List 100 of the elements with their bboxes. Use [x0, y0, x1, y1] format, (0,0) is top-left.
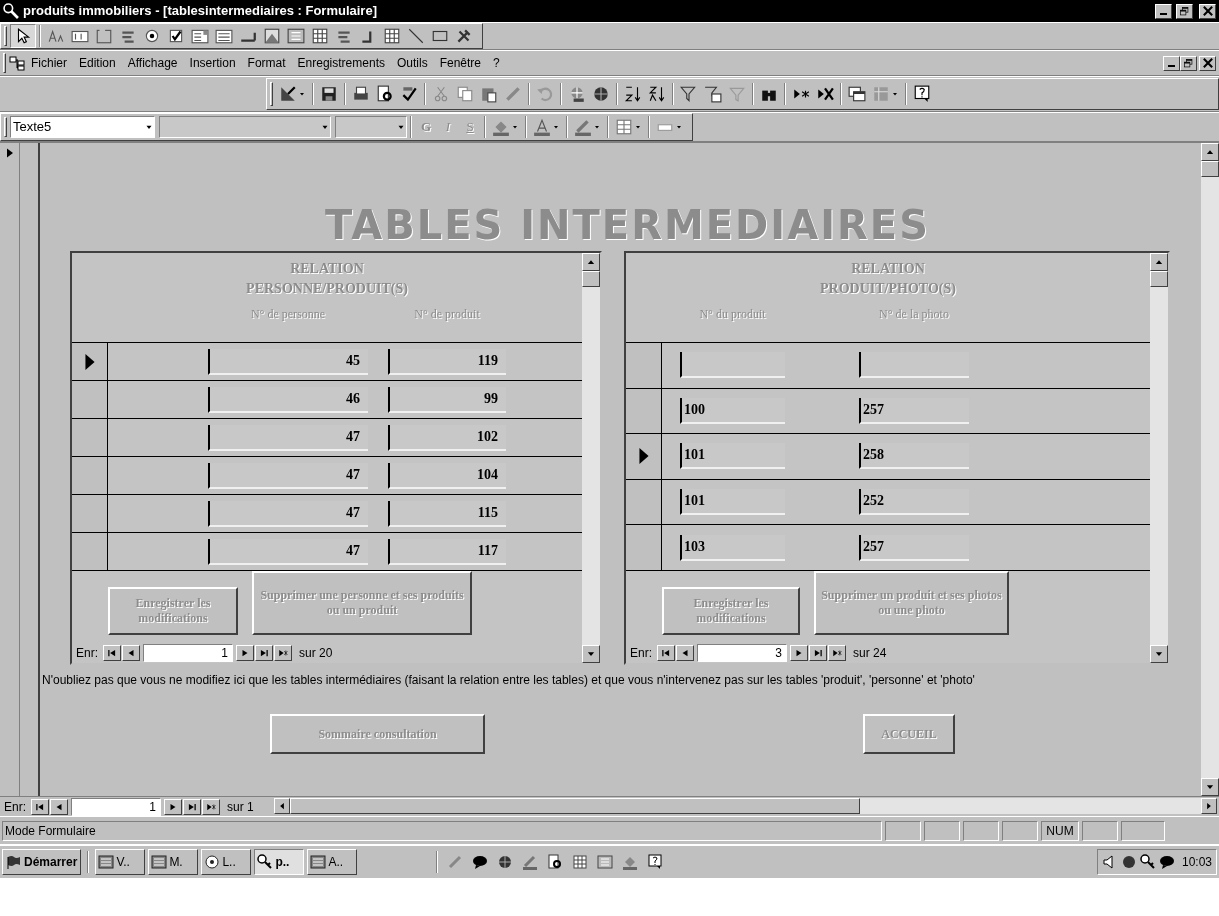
minimize-button[interactable]	[1163, 55, 1180, 71]
last-record-button[interactable]	[183, 798, 201, 815]
menu-item[interactable]: Edition	[73, 53, 122, 73]
last-icon	[813, 648, 823, 658]
previous-record-button[interactable]	[676, 645, 694, 661]
menu-item[interactable]: Insertion	[183, 53, 242, 73]
field-value[interactable]: 45	[208, 348, 368, 375]
object-dropdown[interactable]: Texte5	[10, 116, 155, 138]
first-record-button[interactable]	[657, 645, 675, 661]
field-value[interactable]: 117	[388, 538, 506, 565]
record-selector[interactable]	[626, 479, 662, 525]
first-record-button[interactable]	[31, 798, 49, 815]
scroll-thumb[interactable]	[582, 271, 600, 287]
next-record-button[interactable]	[790, 645, 808, 661]
previous-record-button[interactable]	[50, 798, 68, 815]
save-icon	[320, 85, 338, 103]
new-record-button[interactable]	[274, 645, 292, 661]
font-size-dropdown[interactable]	[335, 116, 407, 138]
field-value[interactable]: 101	[680, 489, 785, 516]
field-value[interactable]: 257	[859, 397, 969, 424]
close-button[interactable]	[1199, 55, 1216, 71]
scroll-thumb[interactable]	[1201, 161, 1219, 177]
label-icon	[47, 27, 65, 45]
record-selector[interactable]	[72, 419, 108, 456]
field-value[interactable]: 115	[388, 500, 506, 527]
menu-item[interactable]: Fenêtre	[433, 53, 487, 73]
caret-icon	[675, 123, 683, 131]
brush-icon	[504, 85, 522, 103]
record-selector[interactable]	[626, 434, 662, 479]
input-field[interactable]	[859, 352, 969, 379]
last-record-button[interactable]	[255, 645, 273, 661]
field-value[interactable]: 103	[680, 534, 785, 561]
vertical-scrollbar[interactable]	[1150, 253, 1168, 663]
field-value[interactable]: 119	[388, 348, 506, 375]
new-record-button[interactable]	[202, 798, 220, 815]
taskbar-button[interactable]: p..	[254, 849, 305, 875]
record-selector[interactable]	[72, 495, 108, 532]
field-value[interactable]: 47	[208, 462, 368, 489]
previous-record-button[interactable]	[122, 645, 140, 661]
taskbar-button[interactable]: A..	[307, 849, 358, 875]
field-value[interactable]: 47	[208, 424, 368, 451]
field-value[interactable]: 99	[388, 386, 506, 413]
disc-icon	[204, 854, 221, 870]
disc-icon	[1120, 854, 1137, 870]
field-value[interactable]: 47	[208, 538, 368, 565]
start-button[interactable]: Démarrer	[2, 849, 82, 875]
note-text: N'oubliez pas que vous ne modifiez ici que les tables intermédiaires (faisant la relation entre les tables) et que vous n'intervenez pas sur les tables 'produit', 'personne' et 'photo'	[42, 673, 976, 688]
horizontal-scrollbar[interactable]	[273, 797, 1217, 816]
record-selector[interactable]	[626, 388, 662, 434]
field-value[interactable]: 258	[859, 443, 969, 470]
record-selector[interactable]	[626, 525, 662, 570]
scroll-thumb[interactable]	[1150, 271, 1168, 287]
vertical-scrollbar[interactable]	[582, 253, 600, 663]
next-record-button[interactable]	[236, 645, 254, 661]
record-selector[interactable]	[72, 533, 108, 570]
subform-title: RELATION	[290, 260, 364, 278]
input-field[interactable]	[680, 352, 785, 379]
menu-item[interactable]: Format	[241, 53, 292, 73]
close-button[interactable]	[1199, 3, 1216, 19]
vertical-scrollbar[interactable]	[1201, 143, 1219, 796]
new-record-button[interactable]	[828, 645, 846, 661]
field-value[interactable]: 102	[388, 424, 506, 451]
record-number-field[interactable]: 3	[697, 644, 787, 662]
taskbar-button[interactable]: V..	[95, 849, 146, 875]
menu-item[interactable]: Affichage	[121, 53, 184, 73]
menu-item[interactable]: ?	[487, 53, 506, 73]
tools-icon	[455, 27, 473, 45]
linecolor-icon	[574, 118, 592, 136]
record-selector[interactable]	[72, 381, 108, 418]
menu-item[interactable]: Outils	[390, 53, 434, 73]
caret-icon	[511, 123, 519, 131]
minimize-button[interactable]	[1155, 3, 1172, 19]
restore-button[interactable]	[1176, 3, 1193, 19]
field-value[interactable]: 104	[388, 462, 506, 489]
record-selector[interactable]	[72, 457, 108, 494]
field-value[interactable]: 47	[208, 500, 368, 527]
next-record-button[interactable]	[164, 798, 182, 815]
field-value[interactable]: 100	[680, 397, 785, 424]
select-objects-button[interactable]	[10, 24, 36, 48]
record-number-field[interactable]: 1	[143, 644, 233, 662]
first-record-button[interactable]	[103, 645, 121, 661]
filterform-icon	[704, 85, 722, 103]
last-record-button[interactable]	[809, 645, 827, 661]
field-value[interactable]: 101	[680, 443, 785, 470]
menu-item[interactable]: Fichier	[25, 53, 73, 73]
font-dropdown[interactable]	[159, 116, 331, 138]
field-value[interactable]: 46	[208, 386, 368, 413]
filter-icon	[680, 85, 698, 103]
field-value[interactable]: 252	[859, 489, 969, 516]
record-selector[interactable]	[72, 343, 108, 380]
scroll-thumb[interactable]	[289, 797, 860, 814]
sortza-icon	[648, 85, 666, 103]
record-number-field[interactable]: 1	[71, 797, 161, 816]
menu-item[interactable]: Enregistrements	[291, 53, 391, 73]
taskbar-button[interactable]: M.	[148, 849, 199, 875]
chat-icon	[472, 854, 489, 870]
restore-button[interactable]	[1180, 55, 1197, 71]
field-value[interactable]: 257	[859, 534, 969, 561]
taskbar-button[interactable]: L..	[201, 849, 252, 875]
record-selector[interactable]	[626, 343, 662, 388]
